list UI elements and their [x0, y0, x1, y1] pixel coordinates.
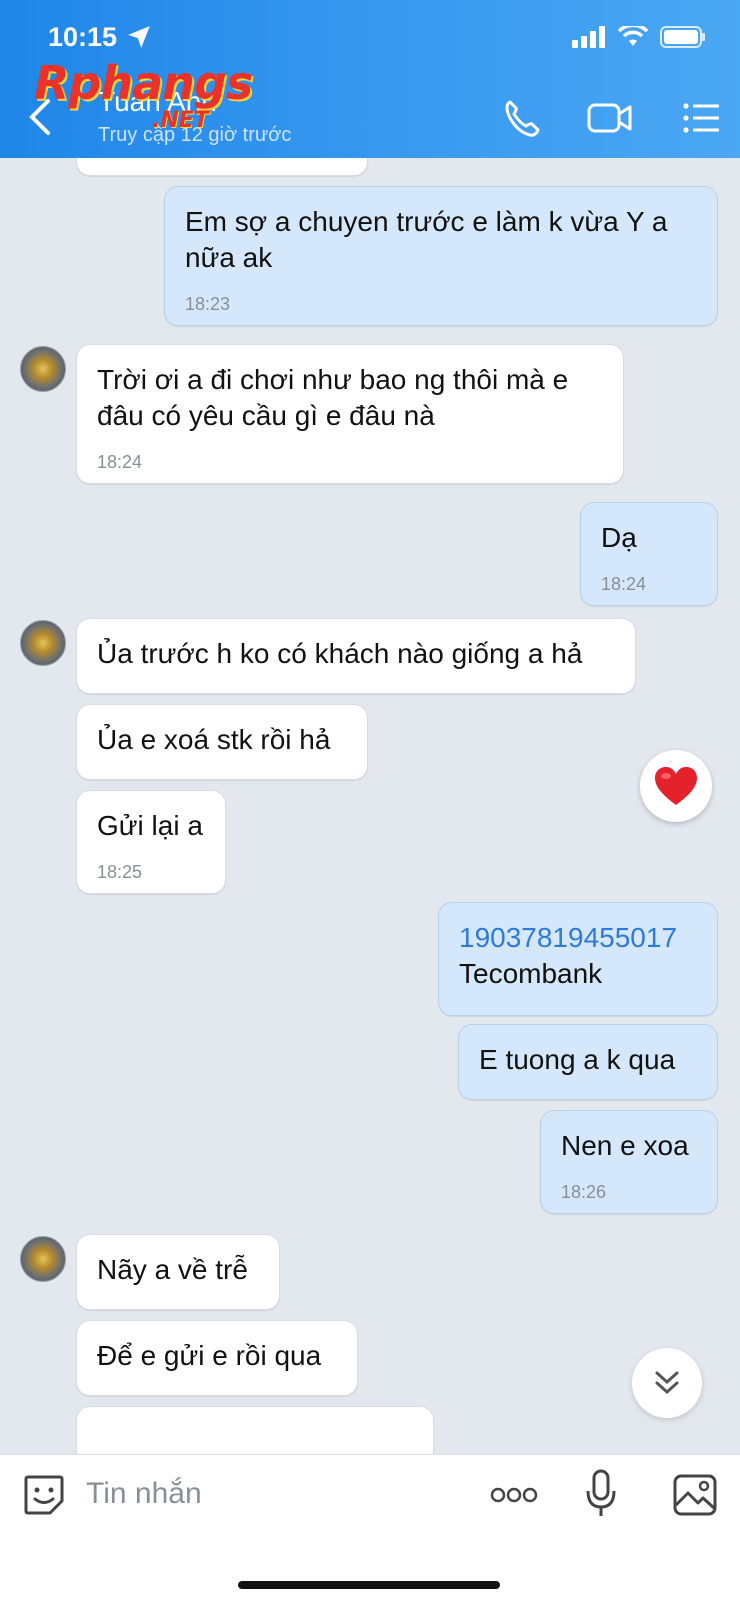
message-bubble-incoming[interactable]: Ủa e xoá stk rồi hả: [76, 704, 368, 780]
home-indicator: [238, 1581, 500, 1589]
message-bubble-outgoing[interactable]: Nen e xoa 18:26: [540, 1110, 718, 1214]
message-bubble-incoming[interactable]: [76, 1406, 434, 1454]
chat-header: 10:15 Tuấn Anh Truy cập 12 giờ trước Rph…: [0, 0, 740, 158]
message-bubble-incoming[interactable]: Ủa trước h ko có khách nào giống a hả: [76, 618, 636, 694]
message-text: Em sợ a chuyen trước e làm k vừa Y a nữa…: [185, 206, 668, 273]
watermark-logo: Rphangs: [34, 56, 253, 110]
message-bubble-incoming[interactable]: Để e gửi e rồi qua: [76, 1320, 358, 1396]
message-bubble-outgoing[interactable]: Dạ 18:24: [580, 502, 718, 606]
image-gallery-icon[interactable]: [672, 1473, 718, 1517]
menu-list-icon[interactable]: [680, 96, 724, 140]
message-text: Ủa e xoá stk rồi hả: [97, 724, 331, 755]
status-icons: [572, 26, 706, 48]
message-text: Nen e xoa: [561, 1130, 689, 1161]
message-bubble-incoming[interactable]: Nãy a về trễ: [76, 1234, 280, 1310]
message-bubble-outgoing[interactable]: E tuong a k qua: [458, 1024, 718, 1100]
message-list[interactable]: Em sợ a chuyen trước e làm k vừa Y a nữa…: [0, 158, 740, 1454]
battery-icon: [660, 26, 705, 48]
avatar[interactable]: [20, 346, 66, 392]
message-input-bar: Tin nhắn: [0, 1454, 740, 1601]
message-text: Ủa trước h ko có khách nào giống a hả: [97, 638, 583, 669]
message-bubble-incoming[interactable]: Gửi lại a 18:25: [76, 790, 226, 894]
message-text: Để e gửi e rồi qua: [97, 1340, 322, 1371]
status-time: 10:15: [48, 22, 118, 52]
message-bubble-incoming[interactable]: [76, 158, 368, 176]
account-number-link[interactable]: 19037819455017: [459, 903, 697, 956]
heart-icon: [655, 767, 697, 805]
microphone-icon[interactable]: [584, 1469, 618, 1519]
message-text: E tuong a k qua: [479, 1044, 676, 1075]
message-text: Dạ: [601, 522, 637, 553]
message-text: Nãy a về trễ: [97, 1254, 248, 1285]
message-time: 18:24: [601, 574, 647, 594]
watermark-logo-suffix: .NET: [152, 108, 209, 133]
message-time: 18:23: [185, 294, 231, 314]
location-arrow-icon: [128, 26, 150, 48]
message-text: Tecombank: [459, 958, 603, 989]
video-call-icon[interactable]: [586, 96, 634, 140]
avatar[interactable]: [20, 1236, 66, 1282]
message-text: Gửi lại a: [97, 810, 203, 841]
message-time: 18:24: [97, 452, 143, 472]
avatar[interactable]: [20, 620, 66, 666]
message-bubble-incoming[interactable]: Trời ơi a đi chơi như bao ng thôi mà e đ…: [76, 344, 624, 484]
message-input[interactable]: Tin nhắn: [86, 1477, 202, 1511]
message-bubble-outgoing[interactable]: 19037819455017 Tecombank: [438, 902, 718, 1016]
message-time: 18:25: [97, 862, 143, 882]
signal-icon: [572, 26, 605, 48]
sticker-emoji-icon[interactable]: [22, 1473, 66, 1517]
double-chevron-down-icon: [655, 1371, 679, 1395]
scroll-to-bottom-button[interactable]: [632, 1348, 702, 1418]
more-options-icon[interactable]: [490, 1483, 538, 1507]
phone-call-icon[interactable]: [500, 96, 544, 140]
message-time: 18:26: [561, 1182, 607, 1202]
heart-reaction-button[interactable]: [640, 750, 712, 822]
message-text: Trời ơi a đi chơi như bao ng thôi mà e đ…: [97, 364, 569, 431]
message-bubble-outgoing[interactable]: Em sợ a chuyen trước e làm k vừa Y a nữa…: [164, 186, 718, 326]
wifi-icon: [618, 26, 648, 46]
